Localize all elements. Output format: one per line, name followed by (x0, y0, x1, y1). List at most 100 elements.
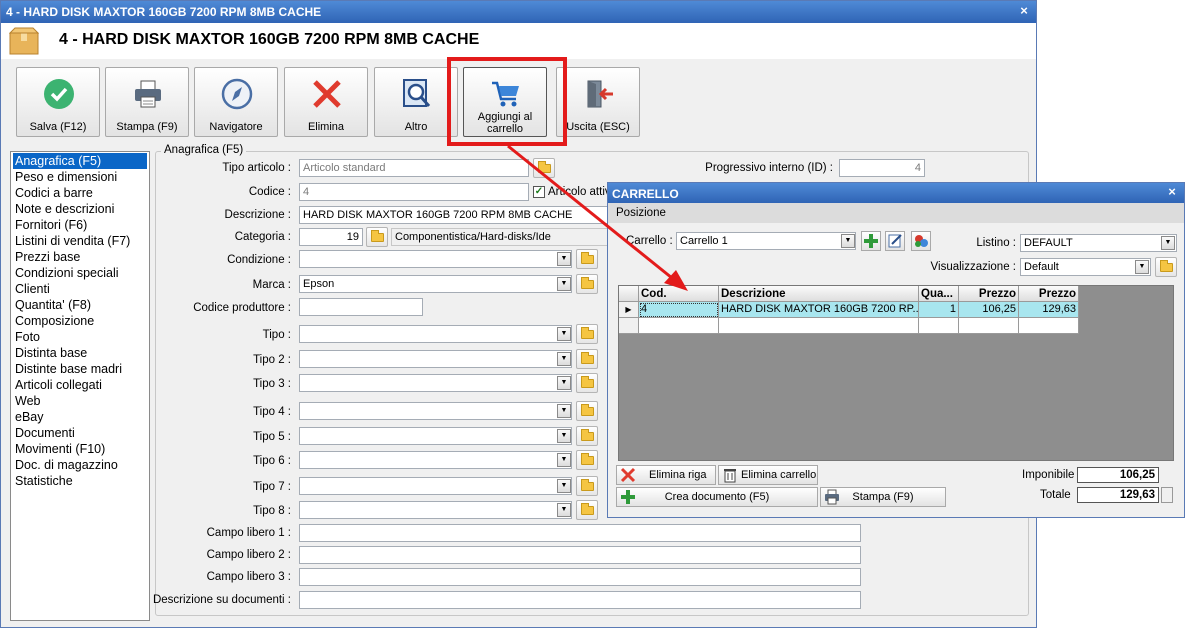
condizione-folder-button[interactable] (576, 249, 598, 269)
cart-grid[interactable]: Cod. Descrizione Qua... Prezzo Prezzo ▶ … (618, 285, 1174, 461)
window-close-icon[interactable]: × (1018, 4, 1030, 17)
row-indicator-icon[interactable]: ▶ (619, 302, 639, 318)
new-row-cell[interactable] (719, 318, 919, 334)
tipo-articolo-field[interactable]: Articolo standard (299, 159, 529, 177)
campo-libero-field[interactable] (299, 546, 861, 564)
nav-item[interactable]: Clienti (13, 281, 147, 297)
tipo-select[interactable] (299, 501, 572, 519)
cell-quantita[interactable]: 1 (919, 302, 959, 318)
new-row-cell[interactable] (1019, 318, 1079, 334)
visualizzazione-folder-button[interactable] (1155, 257, 1177, 277)
stampa-cart-button[interactable]: Stampa (F9) (820, 487, 946, 507)
section-nav-list[interactable]: Anagrafica (F5) Peso e dimensioni Codici a… (10, 151, 150, 621)
tipo-dropdown-icon[interactable]: ▼ (557, 453, 571, 467)
nav-item[interactable]: Distinta base (13, 345, 147, 361)
column-header-prezzo[interactable]: Prezzo (959, 286, 1019, 302)
column-header-cod[interactable]: Cod. (639, 286, 719, 302)
nav-item[interactable]: Web (13, 393, 147, 409)
nav-item[interactable]: Listini di vendita (F7) (13, 233, 147, 249)
delete-button[interactable]: Elimina (284, 67, 368, 137)
tipo-folder-button[interactable] (576, 426, 598, 446)
new-row-cell[interactable] (639, 318, 719, 334)
tipo-dropdown-icon[interactable]: ▼ (557, 479, 571, 493)
marca-folder-button[interactable] (576, 274, 598, 294)
nav-item[interactable]: Prezzi base (13, 249, 147, 265)
tipo-folder-button[interactable] (576, 349, 598, 369)
cart-close-icon[interactable]: × (1166, 185, 1178, 198)
visualizzazione-select[interactable]: Default (1020, 258, 1151, 276)
nav-item[interactable]: Note e descrizioni (13, 201, 147, 217)
cart-options-button[interactable] (911, 231, 931, 251)
elimina-carrello-button[interactable]: Elimina carrello (718, 465, 818, 485)
nav-item[interactable]: Condizioni speciali (13, 265, 147, 281)
cell-cod[interactable]: 4 (639, 302, 719, 318)
tipo-dropdown-icon[interactable]: ▼ (557, 503, 571, 517)
articolo-attivo-checkbox[interactable]: ✓ (533, 186, 545, 198)
nav-item[interactable]: Statistiche (13, 473, 147, 489)
listino-select[interactable]: DEFAULT (1020, 234, 1177, 252)
nav-item[interactable]: Articoli collegati (13, 377, 147, 393)
nav-item[interactable]: Codici a barre (13, 185, 147, 201)
carrello-select[interactable]: Carrello 1 (676, 232, 856, 250)
column-header-quantita[interactable]: Qua... (919, 286, 959, 302)
tipo-select[interactable] (299, 325, 572, 343)
tipo-folder-button[interactable] (576, 500, 598, 520)
new-row-cell[interactable] (919, 318, 959, 334)
tipo-select[interactable] (299, 374, 572, 392)
categoria-folder-button[interactable] (366, 227, 388, 247)
tipo-select[interactable] (299, 451, 572, 469)
column-header-descrizione[interactable]: Descrizione (719, 286, 919, 302)
cell-descrizione[interactable]: HARD DISK MAXTOR 160GB 7200 RP... (719, 302, 919, 318)
elimina-riga-button[interactable]: Elimina riga (616, 465, 716, 485)
other-button[interactable]: Altro (374, 67, 458, 137)
listino-dropdown-icon[interactable]: ▼ (1161, 236, 1175, 250)
descrizione-field[interactable]: HARD DISK MAXTOR 160GB 7200 RPM 8MB CACH… (299, 206, 611, 224)
nav-item[interactable]: Foto (13, 329, 147, 345)
menu-posizione[interactable]: Posizione (616, 207, 666, 219)
marca-dropdown-icon[interactable]: ▼ (557, 277, 571, 291)
visualizzazione-dropdown-icon[interactable]: ▼ (1135, 260, 1149, 274)
campo-libero-field[interactable] (299, 568, 861, 586)
tipo-articolo-folder-button[interactable] (533, 158, 555, 178)
nav-item[interactable]: Fornitori (F6) (13, 217, 147, 233)
navigator-button[interactable]: Navigatore (194, 67, 278, 137)
cell-prezzo-ivato[interactable]: 129,63 (1019, 302, 1079, 318)
tipo-select[interactable] (299, 350, 572, 368)
tipo-folder-button[interactable] (576, 450, 598, 470)
print-button[interactable]: Stampa (F9) (105, 67, 189, 137)
crea-documento-button[interactable]: Crea documento (F5) (616, 487, 818, 507)
marca-select[interactable]: Epson (299, 275, 572, 293)
tipo-folder-button[interactable] (576, 401, 598, 421)
tipo-folder-button[interactable] (576, 324, 598, 344)
nav-item[interactable]: Doc. di magazzino (13, 457, 147, 473)
tipo-folder-button[interactable] (576, 373, 598, 393)
add-cart-button[interactable] (861, 231, 881, 251)
tipo-select[interactable] (299, 402, 572, 420)
nav-item[interactable]: Anagrafica (F5) (13, 153, 147, 169)
condizione-dropdown-icon[interactable]: ▼ (557, 252, 571, 266)
carrello-dropdown-icon[interactable]: ▼ (841, 234, 855, 248)
codice-field[interactable]: 4 (299, 183, 529, 201)
cell-prezzo[interactable]: 106,25 (959, 302, 1019, 318)
categoria-id-field[interactable]: 19 (299, 228, 363, 246)
tipo-dropdown-icon[interactable]: ▼ (557, 429, 571, 443)
tipo-select[interactable] (299, 477, 572, 495)
nav-item[interactable]: Quantita' (F8) (13, 297, 147, 313)
tipo-dropdown-icon[interactable]: ▼ (557, 352, 571, 366)
progressivo-field[interactable]: 4 (839, 159, 925, 177)
new-row-indicator[interactable] (619, 318, 639, 334)
nav-item[interactable]: Composizione (13, 313, 147, 329)
codice-produttore-field[interactable] (299, 298, 423, 316)
tipo-dropdown-icon[interactable]: ▼ (557, 376, 571, 390)
window-titlebar[interactable]: 4 - HARD DISK MAXTOR 160GB 7200 RPM 8MB … (1, 1, 1036, 23)
new-row-cell[interactable] (959, 318, 1019, 334)
nav-item[interactable]: Distinte base madri (13, 361, 147, 377)
campo-libero-field[interactable] (299, 524, 861, 542)
tipo-folder-button[interactable] (576, 476, 598, 496)
nav-item[interactable]: eBay (13, 409, 147, 425)
column-header-prezzo-ivato[interactable]: Prezzo (1019, 286, 1079, 302)
condizione-select[interactable] (299, 250, 572, 268)
tipo-dropdown-icon[interactable]: ▼ (557, 404, 571, 418)
edit-cart-button[interactable] (885, 231, 905, 251)
save-button[interactable]: Salva (F12) (16, 67, 100, 137)
